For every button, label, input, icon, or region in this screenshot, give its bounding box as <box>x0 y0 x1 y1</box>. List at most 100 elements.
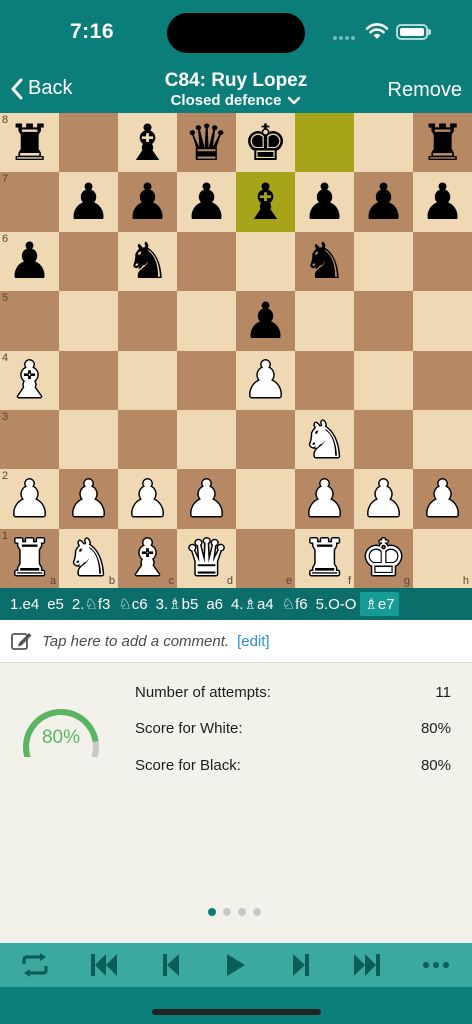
white-pawn-icon[interactable]: ♟ <box>243 355 288 405</box>
black-pawn-icon[interactable]: ♟ <box>243 296 288 346</box>
square-f7[interactable]: ♟ <box>295 172 354 232</box>
black-pawn-icon[interactable]: ♟ <box>361 177 406 227</box>
move-item[interactable]: ♘f6 <box>278 592 312 616</box>
square-b7[interactable]: ♟ <box>59 172 118 232</box>
black-pawn-icon[interactable]: ♟ <box>302 177 347 227</box>
square-h2[interactable]: ♟ <box>413 469 472 529</box>
square-g3[interactable] <box>354 409 413 470</box>
square-g7[interactable]: ♟ <box>354 172 413 232</box>
comment-field[interactable]: Tap here to add a comment. [edit] <box>0 620 472 663</box>
square-d5[interactable] <box>177 291 236 351</box>
last-move-button[interactable] <box>348 950 388 980</box>
white-bishop-icon[interactable]: ♝ <box>7 355 52 405</box>
square-a2[interactable]: 2 ♟ <box>0 469 59 529</box>
square-e2[interactable] <box>236 469 295 529</box>
move-item[interactable]: ♘c6 <box>114 592 151 616</box>
square-d7[interactable]: ♟ <box>177 172 236 232</box>
move-item[interactable]: 2.♘f3 <box>68 592 114 616</box>
square-c2[interactable]: ♟ <box>118 469 177 529</box>
white-king-icon[interactable]: ♚ <box>361 533 406 583</box>
square-c5[interactable] <box>118 291 177 351</box>
move-item[interactable]: e5 <box>43 593 68 616</box>
square-c6[interactable]: ♞ <box>118 231 177 292</box>
square-d8[interactable]: ♛ <box>177 113 236 173</box>
square-b3[interactable] <box>59 409 118 470</box>
square-g4[interactable] <box>354 350 413 410</box>
variation-selector[interactable]: Closed defence <box>171 92 302 110</box>
square-a3[interactable]: 3 <box>0 409 59 470</box>
square-e6[interactable] <box>236 231 295 292</box>
play-button[interactable] <box>215 950 255 980</box>
white-queen-icon[interactable]: ♛ <box>184 533 229 583</box>
black-rook-icon[interactable]: ♜ <box>420 118 465 168</box>
square-g2[interactable]: ♟ <box>354 469 413 529</box>
square-c8[interactable]: ♝ <box>118 113 177 173</box>
square-e7[interactable]: ♝ <box>236 172 295 232</box>
move-item[interactable]: 5.O-O <box>312 593 361 616</box>
square-g8[interactable] <box>354 113 413 173</box>
black-pawn-icon[interactable]: ♟ <box>66 177 111 227</box>
square-f4[interactable] <box>295 350 354 410</box>
square-f5[interactable] <box>295 291 354 351</box>
white-knight-icon[interactable]: ♞ <box>302 415 347 465</box>
square-e3[interactable] <box>236 409 295 470</box>
page-indicator[interactable] <box>208 908 261 916</box>
square-d6[interactable] <box>177 231 236 292</box>
black-bishop-icon[interactable]: ♝ <box>125 118 170 168</box>
black-pawn-icon[interactable]: ♟ <box>7 236 52 286</box>
black-queen-icon[interactable]: ♛ <box>184 118 229 168</box>
page-dot[interactable] <box>238 908 246 916</box>
square-a1[interactable]: 1 a ♜ <box>0 528 59 588</box>
previous-move-button[interactable] <box>150 950 190 980</box>
square-g5[interactable] <box>354 291 413 351</box>
comment-edit-link[interactable]: [edit] <box>237 633 270 650</box>
move-item[interactable]: 3.♗b5 <box>152 592 203 616</box>
square-h3[interactable] <box>413 409 472 470</box>
square-f6[interactable]: ♞ <box>295 231 354 292</box>
page-dot[interactable] <box>208 908 216 916</box>
square-h1[interactable]: h <box>413 528 472 588</box>
square-b8[interactable] <box>59 113 118 173</box>
more-button[interactable] <box>416 950 456 980</box>
black-rook-icon[interactable]: ♜ <box>7 118 52 168</box>
square-a8[interactable]: 8 ♜ <box>0 113 59 173</box>
square-c3[interactable] <box>118 409 177 470</box>
white-pawn-icon[interactable]: ♟ <box>184 474 229 524</box>
square-f3[interactable]: ♞ <box>295 409 354 470</box>
square-h6[interactable] <box>413 231 472 292</box>
square-b2[interactable]: ♟ <box>59 469 118 529</box>
square-e1[interactable]: e <box>236 528 295 588</box>
black-pawn-icon[interactable]: ♟ <box>125 177 170 227</box>
first-move-button[interactable] <box>83 950 123 980</box>
black-knight-icon[interactable]: ♞ <box>125 236 170 286</box>
black-knight-icon[interactable]: ♞ <box>302 236 347 286</box>
page-dot[interactable] <box>253 908 261 916</box>
square-h4[interactable] <box>413 350 472 410</box>
white-bishop-icon[interactable]: ♝ <box>125 533 170 583</box>
square-g1[interactable]: g ♚ <box>354 528 413 588</box>
square-f2[interactable]: ♟ <box>295 469 354 529</box>
square-c7[interactable]: ♟ <box>118 172 177 232</box>
white-knight-icon[interactable]: ♞ <box>66 533 111 583</box>
home-indicator[interactable] <box>152 1009 321 1015</box>
square-f8[interactable] <box>295 113 354 173</box>
white-pawn-icon[interactable]: ♟ <box>302 474 347 524</box>
square-h7[interactable]: ♟ <box>413 172 472 232</box>
square-a4[interactable]: 4 ♝ <box>0 350 59 410</box>
square-c1[interactable]: c ♝ <box>118 528 177 588</box>
square-f1[interactable]: f ♜ <box>295 528 354 588</box>
square-b6[interactable] <box>59 231 118 292</box>
square-d1[interactable]: d ♛ <box>177 528 236 588</box>
square-e5[interactable]: ♟ <box>236 291 295 351</box>
square-b1[interactable]: b ♞ <box>59 528 118 588</box>
black-pawn-icon[interactable]: ♟ <box>420 177 465 227</box>
black-pawn-icon[interactable]: ♟ <box>184 177 229 227</box>
white-pawn-icon[interactable]: ♟ <box>361 474 406 524</box>
square-b4[interactable] <box>59 350 118 410</box>
square-h5[interactable] <box>413 291 472 351</box>
square-d2[interactable]: ♟ <box>177 469 236 529</box>
black-king-icon[interactable]: ♚ <box>243 118 288 168</box>
square-e4[interactable]: ♟ <box>236 350 295 410</box>
flip-board-button[interactable] <box>15 950 55 980</box>
square-d4[interactable] <box>177 350 236 410</box>
